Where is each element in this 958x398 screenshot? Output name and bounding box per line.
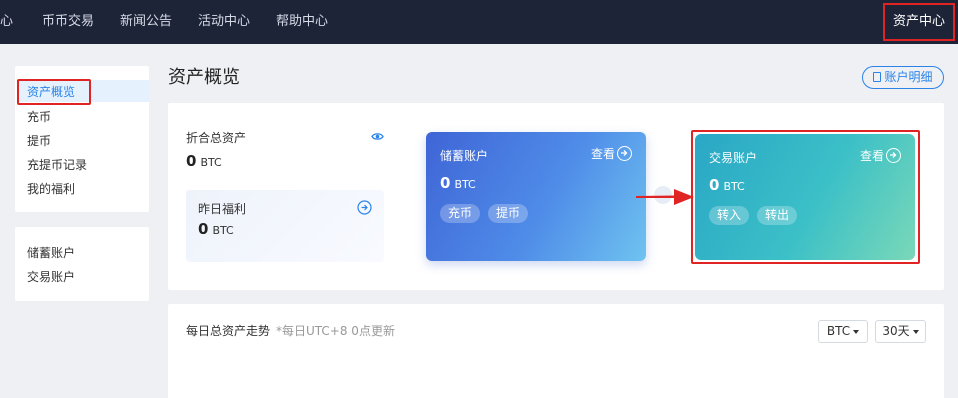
nav-item-coin-trading[interactable]: 币币交易: [42, 0, 94, 44]
total-assets-unit: BTC: [200, 156, 222, 169]
trading-transfer-out-button[interactable]: 转出: [757, 206, 798, 225]
savings-view-link[interactable]: 查看: [591, 146, 632, 162]
sidebar-item-deposit[interactable]: 充币: [27, 109, 51, 125]
savings-account-title: 储蓄账户: [440, 149, 489, 163]
currency-select[interactable]: BTC: [818, 320, 868, 343]
sidebar-item-withdraw[interactable]: 提币: [27, 133, 51, 149]
arrow-right-circle-icon[interactable]: [357, 200, 372, 215]
total-assets-number: 0: [186, 152, 197, 170]
trading-transfer-in-button[interactable]: 转入: [709, 206, 750, 225]
trading-account-number: 0: [709, 176, 720, 194]
trading-account-title: 交易账户: [709, 151, 758, 165]
yesterday-bonus-value: 0 BTC: [198, 220, 234, 240]
yesterday-bonus-number: 0: [198, 220, 209, 238]
sidebar-item-records[interactable]: 充提币记录: [27, 157, 87, 173]
trading-account-unit: BTC: [723, 180, 745, 193]
sidebar-item-overview[interactable]: 资产概览: [27, 84, 75, 100]
trading-view-link[interactable]: 查看: [860, 148, 901, 164]
document-icon: [873, 72, 882, 82]
nav-item-news[interactable]: 新闻公告: [120, 0, 172, 44]
yesterday-bonus-label: 昨日福利: [198, 202, 247, 216]
savings-deposit-button[interactable]: 充币: [440, 204, 481, 223]
page-title: 资产概览: [168, 67, 240, 88]
asset-trend-panel: [168, 304, 944, 398]
eye-icon[interactable]: [371, 131, 384, 142]
savings-account-value: 0 BTC: [440, 174, 476, 194]
nav-item-activities[interactable]: 活动中心: [198, 0, 250, 44]
savings-withdraw-button[interactable]: 提币: [488, 204, 529, 223]
nav-item-help[interactable]: 帮助中心: [276, 0, 328, 44]
savings-account-unit: BTC: [454, 178, 476, 191]
sidebar-menu-accounts: [15, 227, 149, 301]
arrow-right-circle-icon: [886, 148, 901, 163]
annotation-arrow-icon: [636, 189, 694, 205]
total-assets-value: 0 BTC: [186, 152, 222, 172]
sidebar-item-trading[interactable]: 交易账户: [27, 269, 75, 285]
trend-update-note: *每日UTC+8 0点更新: [276, 324, 395, 338]
account-detail-label: 账户明细: [884, 70, 933, 84]
sidebar-item-savings[interactable]: 储蓄账户: [27, 245, 75, 261]
top-nav: 心 币币交易 新闻公告 活动中心 帮助中心 资产中心: [0, 0, 958, 44]
caret-down-icon: [853, 330, 860, 334]
sidebar-item-welfare[interactable]: 我的福利: [27, 181, 75, 197]
trend-header: 每日总资产走势 *每日UTC+8 0点更新: [186, 323, 395, 339]
arrow-right-circle-icon: [617, 146, 632, 161]
nav-item-partial[interactable]: 心: [0, 0, 13, 44]
nav-item-asset-center[interactable]: 资产中心: [883, 3, 955, 41]
trading-account-value: 0 BTC: [709, 176, 745, 196]
savings-view-label: 查看: [590, 147, 615, 161]
savings-account-number: 0: [440, 174, 451, 192]
total-assets-label: 折合总资产: [186, 131, 247, 145]
account-detail-button[interactable]: 账户明细: [862, 66, 944, 89]
currency-select-value: BTC: [826, 324, 851, 338]
trading-view-label: 查看: [859, 149, 884, 163]
caret-down-icon: [912, 330, 919, 334]
range-select-value: 30天: [882, 324, 910, 338]
savings-account-card[interactable]: 储蓄账户 查看 0 BTC 充币 提币: [426, 132, 646, 261]
trend-title: 每日总资产走势: [186, 324, 271, 338]
trading-account-card[interactable]: 交易账户 查看 0 BTC 转入 转出: [695, 134, 915, 260]
yesterday-bonus-unit: BTC: [212, 224, 234, 237]
range-select[interactable]: 30天: [875, 320, 926, 343]
